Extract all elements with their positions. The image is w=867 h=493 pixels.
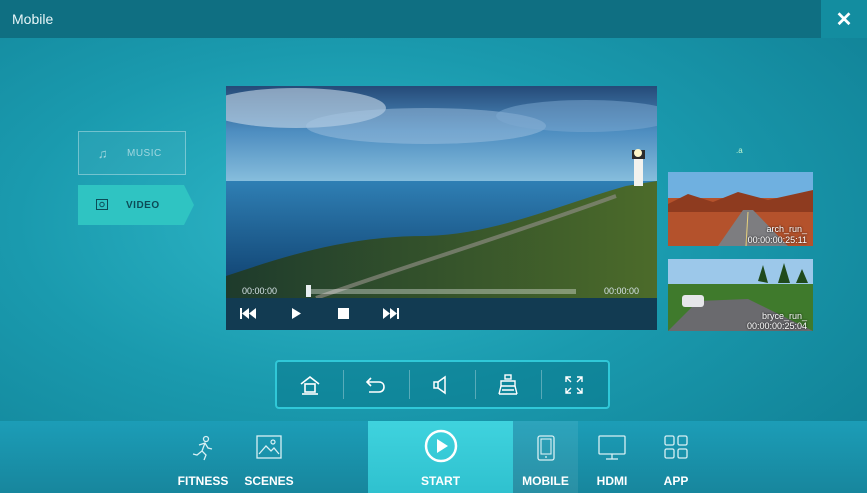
playlist-item-name: arch_run_ — [766, 224, 807, 234]
home-button[interactable] — [277, 362, 343, 407]
playlist-marker: .a — [736, 146, 743, 155]
nav-mobile-label: MOBILE — [522, 474, 569, 488]
home-icon — [300, 375, 320, 395]
playlist-item[interactable]: arch_run_ 00:00:00:25:11 — [668, 172, 813, 246]
stop-icon[interactable] — [338, 307, 349, 322]
back-icon — [365, 376, 385, 393]
music-tab[interactable]: ♫ MUSIC — [78, 131, 186, 175]
playlist-item[interactable]: bryce_run_ 00:00:00:25:04 — [668, 259, 813, 331]
progress-track[interactable] — [308, 289, 576, 294]
title-bar: Mobile ✕ — [0, 0, 867, 38]
progress-handle[interactable] — [306, 285, 311, 297]
playlist-item-duration: 00:00:00:25:11 — [747, 235, 807, 245]
rail-icon — [498, 373, 518, 395]
image-icon — [256, 435, 282, 459]
time-bar: 00:00:00 00:00:00 — [226, 283, 657, 299]
nav-app[interactable]: APP — [648, 421, 704, 493]
nav-app-label: APP — [663, 474, 689, 488]
current-time: 00:00:00 — [242, 286, 278, 296]
apps-grid-icon — [664, 435, 688, 459]
playlist-item-duration: 00:00:00:25:04 — [746, 321, 807, 331]
nav-scenes[interactable]: SCENES — [238, 421, 300, 493]
fullscreen-button[interactable] — [541, 362, 607, 407]
fast-forward-icon[interactable] — [383, 307, 399, 322]
phone-icon — [536, 435, 555, 461]
close-icon: ✕ — [835, 8, 853, 31]
rewind-icon[interactable] — [240, 307, 256, 322]
window-title: Mobile — [12, 11, 54, 27]
volume-button[interactable] — [409, 362, 475, 407]
play-icon[interactable] — [292, 307, 301, 322]
close-button[interactable]: ✕ — [821, 0, 867, 38]
video-icon — [92, 198, 112, 213]
nav-fitness[interactable]: FITNESS — [172, 421, 234, 493]
video-frame — [226, 86, 657, 298]
fullscreen-icon — [565, 375, 583, 394]
rail-button[interactable] — [475, 362, 541, 407]
video-player[interactable]: 00:00:00 00:00:00 — [226, 86, 657, 330]
total-time: 00:00:00 — [603, 286, 639, 296]
video-tab[interactable]: VIDEO — [78, 185, 194, 225]
video-tab-label: VIDEO — [126, 199, 160, 211]
nav-scenes-label: SCENES — [244, 474, 294, 488]
playback-controls — [226, 298, 657, 330]
monitor-icon — [598, 435, 626, 460]
nav-mobile[interactable]: MOBILE — [513, 421, 578, 493]
bottom-navigation: FITNESS SCENES START MOBILE HDMI APP — [0, 421, 867, 493]
playlist-item-name: bryce_run_ — [761, 311, 807, 321]
nav-hdmi-label: HDMI — [596, 474, 628, 488]
music-note-icon: ♫ — [97, 145, 109, 161]
tool-panel — [275, 360, 610, 409]
nav-start-label: START — [420, 474, 461, 488]
back-button[interactable] — [343, 362, 409, 407]
nav-hdmi[interactable]: HDMI — [584, 421, 640, 493]
running-icon — [192, 435, 213, 461]
nav-start[interactable]: START — [368, 421, 513, 493]
music-tab-label: MUSIC — [127, 147, 162, 159]
play-circle-icon — [424, 429, 457, 463]
nav-fitness-label: FITNESS — [177, 474, 229, 488]
volume-icon — [433, 375, 446, 394]
